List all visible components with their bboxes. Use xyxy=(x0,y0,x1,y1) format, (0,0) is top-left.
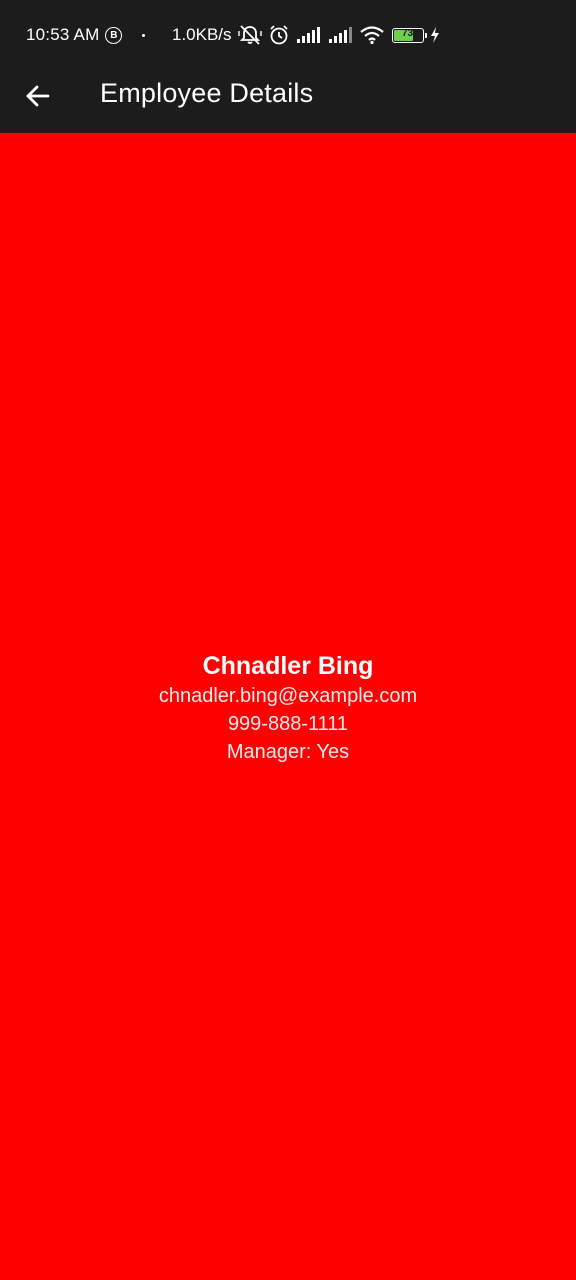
b-circle-icon: B xyxy=(105,26,123,44)
arrow-left-icon xyxy=(24,82,52,115)
back-button[interactable] xyxy=(14,74,62,122)
signal-icon xyxy=(296,26,322,44)
wifi-icon xyxy=(359,26,384,44)
status-left: 10:53 AM B xyxy=(26,22,146,48)
app-bar: Employee Details xyxy=(0,66,576,133)
notification-dot-icon xyxy=(142,33,146,37)
employee-phone: 999-888-1111 xyxy=(227,713,349,735)
battery-cap xyxy=(424,32,427,38)
status-bar: 10:53 AM B 1.0KB/s 73 xyxy=(0,0,576,66)
employee-manager-status: Manager: Yes xyxy=(226,741,350,763)
employee-details-content: Chnadler Bing chnadler.bing@example.com … xyxy=(0,133,576,1280)
page-title: Employee Details xyxy=(100,78,314,108)
status-time: 10:53 AM xyxy=(26,25,100,44)
battery-level: 73 xyxy=(401,27,414,39)
status-right: 1.0KB/s 73 xyxy=(172,22,440,48)
alarm-icon xyxy=(268,24,290,46)
battery-icon: 73 xyxy=(391,27,427,43)
mute-vibrate-icon xyxy=(237,24,262,46)
employee-name: Chnadler Bing xyxy=(202,652,374,680)
charging-bolt-icon xyxy=(430,27,440,43)
signal-icon xyxy=(328,26,354,44)
employee-card: Chnadler Bing chnadler.bing@example.com … xyxy=(0,650,576,766)
network-speed: 1.0KB/s xyxy=(172,25,232,44)
employee-email: chnadler.bing@example.com xyxy=(158,685,418,707)
